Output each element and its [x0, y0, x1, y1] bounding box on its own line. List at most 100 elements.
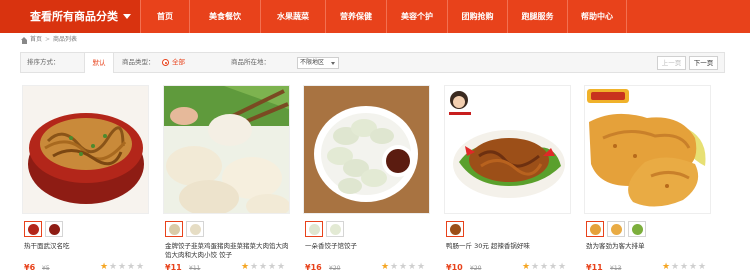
product-card[interactable]: 热干面武汉名吃 ¥6 ¥5 ★ ★ ★ ★ ★: [22, 85, 151, 280]
price-row: ¥11 ¥13 ★ ★ ★ ★ ★: [586, 262, 712, 274]
star-icon: ★: [531, 262, 540, 272]
all-categories-button[interactable]: 查看所有商品分类: [0, 0, 140, 33]
star-icon: ★: [100, 262, 109, 272]
original-price: ¥13: [610, 265, 622, 272]
product-image[interactable]: [584, 85, 711, 214]
chevron-down-icon: [331, 62, 335, 65]
original-price: ¥5: [42, 265, 50, 272]
nav-item-group-buy[interactable]: 团购抢购: [447, 0, 507, 33]
star-icon: ★: [680, 262, 689, 272]
star-icon: ★: [522, 262, 531, 272]
thumbnail[interactable]: [628, 221, 646, 237]
thumbnail-list: [446, 221, 467, 237]
thumbnail[interactable]: [326, 221, 344, 237]
star-icon: ★: [381, 262, 390, 272]
star-icon: ★: [558, 262, 567, 272]
filter-bar: 排序方式： 默认 商品类型： 全部 商品所在地： 不限地区 上一页 下一页: [20, 52, 725, 73]
price-row: ¥6 ¥5 ★ ★ ★ ★ ★: [24, 262, 150, 274]
region-select-value: 不限地区: [300, 59, 325, 66]
star-rating: ★ ★ ★ ★ ★: [100, 263, 145, 272]
price-row: ¥16 ¥20 ★ ★ ★ ★ ★: [305, 262, 431, 274]
thumbnail-list: [165, 221, 207, 237]
star-icon: ★: [417, 262, 426, 272]
sort-default-tab[interactable]: 默认: [84, 52, 114, 73]
breadcrumb: 首页 > 商品列表: [21, 35, 77, 45]
star-icon: ★: [549, 262, 558, 272]
star-rating: ★ ★ ★ ★ ★: [662, 263, 707, 272]
nav-item-errand[interactable]: 跑腿服务: [507, 0, 567, 33]
thumbnail-list: [305, 221, 347, 237]
original-price: ¥11: [189, 265, 201, 272]
region-label: 商品所在地：: [231, 58, 270, 66]
star-icon: ★: [136, 262, 145, 272]
original-price: ¥20: [470, 265, 482, 272]
star-icon: ★: [268, 262, 277, 272]
current-price: ¥11: [586, 263, 603, 272]
product-card[interactable]: 鸭肠一斤 30元 超辣香锅好味 ¥10 ¥20 ★ ★ ★ ★ ★: [444, 85, 573, 280]
breadcrumb-current: 商品列表: [53, 36, 78, 43]
product-image[interactable]: [22, 85, 149, 214]
home-icon: [21, 36, 28, 44]
nav-item-home[interactable]: 首页: [140, 0, 189, 33]
price-row: ¥11 ¥11 ★ ★ ★ ★ ★: [165, 262, 291, 274]
thumbnail[interactable]: [165, 221, 183, 237]
star-icon: ★: [250, 262, 259, 272]
nav-item-food[interactable]: 美食餐饮: [189, 0, 260, 33]
thumbnail[interactable]: [305, 221, 323, 237]
product-image[interactable]: [444, 85, 571, 214]
nav-item-nutrition[interactable]: 营养保健: [325, 0, 386, 33]
original-price: ¥20: [329, 265, 341, 272]
prev-page-button[interactable]: 上一页: [657, 56, 686, 70]
product-card[interactable]: 金牌饺子韭菜鸡蛋猪肉韭菜猪菜大肉馅大肉馅大肉和大肉小饺 饺子 ¥11 ¥11 ★…: [163, 85, 292, 280]
thumbnail[interactable]: [24, 221, 42, 237]
star-icon: ★: [408, 262, 417, 272]
product-card[interactable]: 一朵香饺子馆饺子 ¥16 ¥20 ★ ★ ★ ★ ★: [303, 85, 432, 280]
product-name[interactable]: 鸭肠一斤 30元 超辣香锅好味: [446, 242, 572, 260]
thumbnail[interactable]: [446, 221, 464, 237]
top-navigation: 查看所有商品分类 首页 美食餐饮 水果蔬菜 营养保健 美容个护 团购抢购 跑腿服…: [0, 0, 750, 33]
star-rating: ★ ★ ★ ★ ★: [522, 263, 567, 272]
product-name[interactable]: 一朵香饺子馆饺子: [305, 242, 431, 260]
star-icon: ★: [689, 262, 698, 272]
star-icon: ★: [540, 262, 549, 272]
current-price: ¥6: [24, 263, 36, 272]
product-image[interactable]: [163, 85, 290, 214]
next-page-button[interactable]: 下一页: [689, 56, 718, 70]
thumbnail[interactable]: [586, 221, 604, 237]
star-icon: ★: [662, 262, 671, 272]
breadcrumb-separator: >: [45, 36, 51, 43]
star-icon: ★: [241, 262, 250, 272]
type-all-radio[interactable]: [162, 59, 169, 66]
current-price: ¥11: [165, 263, 182, 272]
type-label: 商品类型：: [122, 58, 155, 66]
price-row: ¥10 ¥20 ★ ★ ★ ★ ★: [446, 262, 572, 274]
star-icon: ★: [118, 262, 127, 272]
thumbnail[interactable]: [186, 221, 204, 237]
type-all-label[interactable]: 全部: [172, 53, 185, 72]
thumbnail[interactable]: [45, 221, 63, 237]
star-icon: ★: [259, 262, 268, 272]
all-categories-label: 查看所有商品分类: [30, 10, 118, 23]
star-icon: ★: [399, 262, 408, 272]
chevron-down-icon: [123, 14, 131, 19]
product-name[interactable]: 热干面武汉名吃: [24, 242, 150, 260]
star-rating: ★ ★ ★ ★ ★: [381, 263, 426, 272]
product-grid: 热干面武汉名吃 ¥6 ¥5 ★ ★ ★ ★ ★ 金牌饺子韭菜鸡蛋猪肉韭菜猪菜大肉…: [22, 85, 726, 280]
star-icon: ★: [277, 262, 286, 272]
star-icon: ★: [127, 262, 136, 272]
nav-item-beauty[interactable]: 美容个护: [386, 0, 447, 33]
product-name[interactable]: 劲为客劲为客大排单: [586, 242, 712, 260]
nav-item-fruit-vegetables[interactable]: 水果蔬菜: [260, 0, 325, 33]
current-price: ¥10: [446, 263, 463, 272]
sort-label: 排序方式：: [27, 58, 60, 66]
nav-item-help[interactable]: 帮助中心: [567, 0, 627, 33]
region-select[interactable]: 不限地区: [297, 57, 339, 69]
product-card[interactable]: 劲为客劲为客大排单 ¥11 ¥13 ★ ★ ★ ★ ★: [584, 85, 713, 280]
product-name[interactable]: 金牌饺子韭菜鸡蛋猪肉韭菜猪菜大肉馅大肉馅大肉和大肉小饺 饺子: [165, 242, 291, 260]
thumbnail[interactable]: [607, 221, 625, 237]
star-icon: ★: [390, 262, 399, 272]
breadcrumb-home[interactable]: 首页: [30, 35, 42, 45]
thumbnail-list: [24, 221, 66, 237]
product-image[interactable]: [303, 85, 430, 214]
current-price: ¥16: [305, 263, 322, 272]
